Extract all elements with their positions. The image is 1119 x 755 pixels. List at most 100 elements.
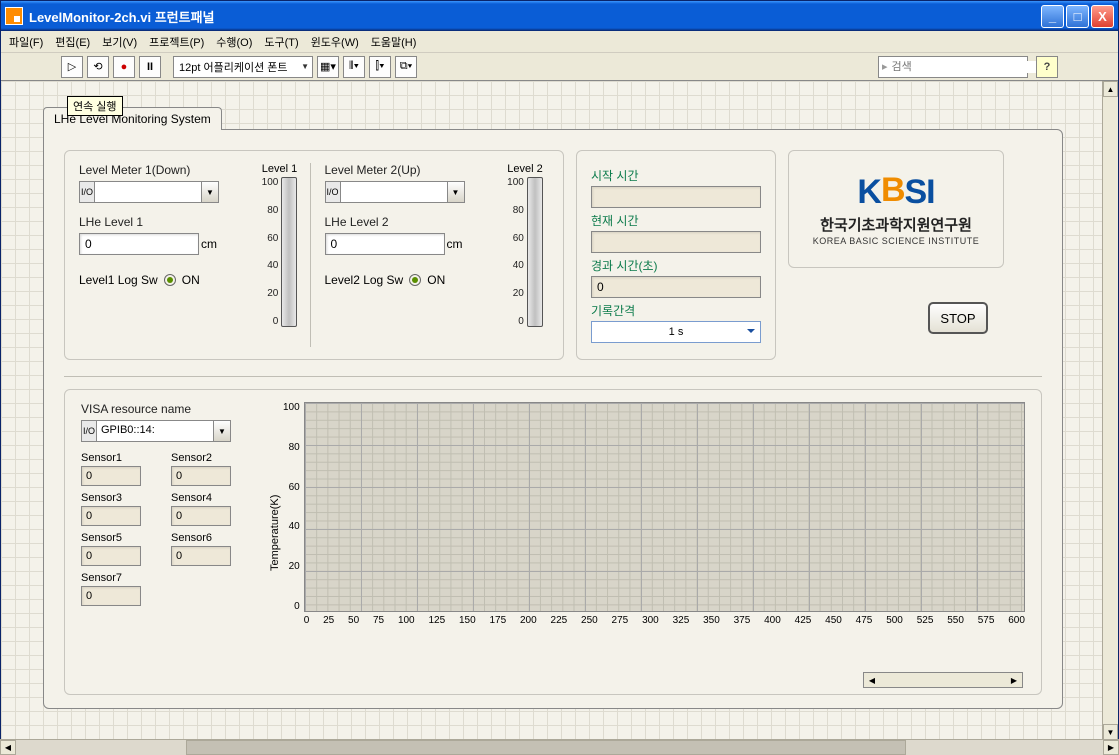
kbsi-logo: KBSI [857,173,934,212]
scroll-down-icon[interactable]: ▼ [1103,724,1118,740]
scroll-up-icon[interactable]: ▲ [1103,81,1118,97]
align-button[interactable]: ▦▾ [317,56,339,78]
sensor2-value: 0 [171,466,231,486]
horizontal-scrollbar[interactable]: ◀ ▶ [0,739,1119,755]
menu-tools[interactable]: 도구(T) [264,34,298,50]
chart-y-label: Temperature(K) [267,402,283,664]
scrollbar-thumb[interactable] [186,740,906,755]
chevron-down-icon[interactable]: ▼ [201,181,219,203]
menu-window[interactable]: 윈도우(W) [311,34,359,50]
sensor1-value: 0 [81,466,141,486]
tab-body: Level Meter 1(Down) I/O ▼ LHe Level 1 0 [43,129,1063,709]
record-interval-select[interactable]: 1 s [591,321,761,343]
help-button[interactable]: ? [1036,56,1058,78]
sensor4-label: Sensor4 [171,492,251,504]
chart-x-axis: 0255075100125150175200225250275300325350… [304,615,1025,626]
time-panel: 시작 시간 현재 시간 경과 시간(초) 0 기록간격 1 s [576,150,776,360]
close-button[interactable]: X [1091,5,1114,28]
record-interval-label: 기록간격 [591,302,761,319]
font-selector[interactable]: 12pt 어플리케이션 폰트 [173,56,313,78]
menu-file[interactable]: 파일(F) [9,34,43,50]
level2-log-state: ON [427,273,445,287]
visa-resource-value: GPIB0::14: [97,420,213,442]
visa-resource-combo[interactable]: I/O GPIB0::14: ▼ [81,420,231,442]
level2-log-switch[interactable] [409,274,421,286]
sensor5-label: Sensor5 [81,532,161,544]
search-box[interactable]: ▸ 🔍 [878,56,1028,78]
tooltip-run-continuous: 연속 실행 [67,96,123,116]
resize-button[interactable]: ⫿▾ [369,56,391,78]
menu-help[interactable]: 도움말(H) [371,34,417,50]
sensor6-value: 0 [171,546,231,566]
sensor1-label: Sensor1 [81,452,161,464]
level-meter-2-label: Level Meter 2(Up) [325,163,496,177]
chart-y-axis: 100 80 60 40 20 0 [283,402,304,612]
scroll-left-icon[interactable]: ◀ [0,740,16,755]
current-time-label: 현재 시간 [591,212,761,229]
chart-scrollbar[interactable]: ◀ ▶ [863,672,1023,688]
sensor-chart-panel: VISA resource name I/O GPIB0::14: ▼ Sens… [64,389,1042,695]
menu-edit[interactable]: 편집(E) [55,34,90,50]
search-chevron-icon: ▸ [879,60,888,73]
lhe-level-2-label: LHe Level 2 [325,215,496,229]
temperature-chart: Temperature(K) 100 80 60 40 20 0 [267,402,1025,664]
chevron-down-icon[interactable]: ▼ [213,420,231,442]
visa-resource-label: VISA resource name [81,402,251,416]
chevron-down-icon[interactable]: ▼ [447,181,465,203]
toolbar: ▷ ⟲ ● II 12pt 어플리케이션 폰트 ▦▾ ⫴▾ ⫿▾ ⧉▾ ▸ 🔍 … [1,53,1118,81]
gauge-2-scale: 100 80 60 40 20 0 [507,177,527,327]
search-input[interactable] [888,61,1038,73]
scroll-left-icon[interactable]: ◀ [864,673,880,687]
sensor2-label: Sensor2 [171,452,251,464]
minimize-button[interactable]: _ [1041,5,1064,28]
lhe-level-1-value[interactable]: 0 [79,233,199,255]
lhe-level-1-label: LHe Level 1 [79,215,250,229]
window-title: LevelMonitor-2ch.vi 프런트패널 [29,7,215,26]
sensor3-label: Sensor3 [81,492,161,504]
start-time-field [591,186,761,208]
current-time-field [591,231,761,253]
level2-log-label: Level2 Log Sw [325,273,404,287]
lhe-level-1-unit: cm [201,237,217,251]
menu-operate[interactable]: 수행(O) [216,34,252,50]
sensor7-value: 0 [81,586,141,606]
maximize-button[interactable]: □ [1066,5,1089,28]
scroll-right-icon[interactable]: ▶ [1006,673,1022,687]
io-icon: I/O [79,181,95,203]
gauge-1 [281,177,297,327]
lhe-level-2-value[interactable]: 0 [325,233,445,255]
sensor6-label: Sensor6 [171,532,251,544]
start-time-label: 시작 시간 [591,167,761,184]
scroll-right-icon[interactable]: ▶ [1103,740,1119,755]
menubar: 파일(F) 편집(E) 보기(V) 프로젝트(P) 수행(O) 도구(T) 윈도… [1,31,1118,53]
divider [64,376,1042,377]
stop-button[interactable]: STOP [928,302,988,334]
level1-log-switch[interactable] [164,274,176,286]
reorder-button[interactable]: ⧉▾ [395,56,417,78]
level1-log-label: Level1 Log Sw [79,273,158,287]
io-icon: I/O [81,420,97,442]
gauge-1-scale: 100 80 60 40 20 0 [262,177,282,327]
level-meter-1-resource[interactable]: I/O ▼ [79,181,219,203]
run-continuous-button[interactable]: ⟲ [87,56,109,78]
elapsed-time-label: 경과 시간(초) [591,257,761,274]
vertical-scrollbar[interactable]: ▲ ▼ [1102,81,1118,740]
io-icon: I/O [325,181,341,203]
level-meter-2-resource[interactable]: I/O ▼ [325,181,465,203]
chart-plot-area[interactable] [304,402,1025,612]
menu-project[interactable]: 프로젝트(P) [149,34,204,50]
abort-button[interactable]: ● [113,56,135,78]
font-label: 12pt 어플리케이션 폰트 [179,59,287,75]
level-panel: Level Meter 1(Down) I/O ▼ LHe Level 1 0 [64,150,564,360]
menu-view[interactable]: 보기(V) [102,34,137,50]
level-meter-1-label: Level Meter 1(Down) [79,163,250,177]
gauge-1-caption: Level 1 [262,163,297,175]
distribute-button[interactable]: ⫴▾ [343,56,365,78]
lhe-level-2-unit: cm [447,237,463,251]
run-button[interactable]: ▷ [61,56,83,78]
labview-icon [5,7,23,25]
sensor3-value: 0 [81,506,141,526]
titlebar: LevelMonitor-2ch.vi 프런트패널 _ □ X [1,1,1118,31]
sensor7-label: Sensor7 [81,572,161,584]
pause-button[interactable]: II [139,56,161,78]
